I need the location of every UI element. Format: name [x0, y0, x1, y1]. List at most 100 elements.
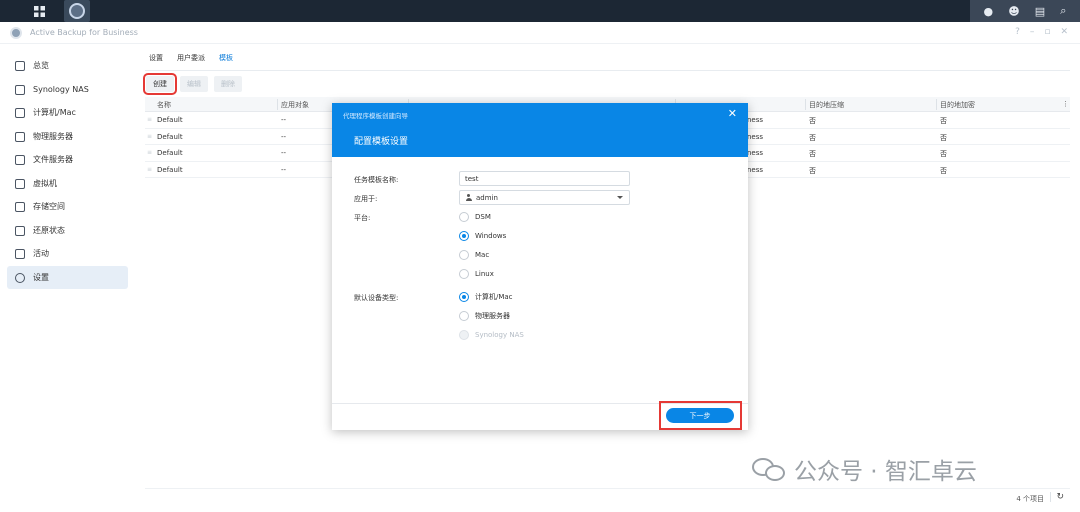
tab-user-delegation[interactable]: 用户委派: [177, 53, 205, 67]
drag-handle-icon[interactable]: ≡: [147, 166, 152, 173]
drag-handle-icon[interactable]: ≡: [147, 133, 152, 140]
sidebar-item-storage[interactable]: 存储空间: [7, 195, 128, 218]
server-icon: [15, 131, 25, 142]
cell-apply-to: --: [281, 165, 287, 174]
radio-circle[interactable]: [459, 231, 469, 241]
create-button[interactable]: 创建: [143, 73, 177, 95]
cell-apply-to: --: [281, 116, 287, 124]
radio-label: 计算机/Mac: [475, 293, 513, 301]
search-icon[interactable]: ⌕: [1060, 4, 1066, 18]
cell-compression: 否: [809, 150, 816, 158]
cell-compression: 否: [809, 117, 816, 125]
platform-radio-linux[interactable]: Linux: [459, 269, 494, 279]
apply-to-value: admin: [476, 193, 498, 202]
cell-encryption: 否: [940, 150, 947, 158]
radio-circle[interactable]: [459, 212, 469, 222]
platform-radio-windows[interactable]: Windows: [459, 231, 506, 241]
sidebar-item-computer-mac[interactable]: 计算机/Mac: [7, 101, 128, 124]
user-icon[interactable]: ☻: [1008, 5, 1019, 18]
taskbar-tray: ● ☻ ▤ ⌕: [970, 0, 1080, 22]
sidebar: 总览 Synology NAS 计算机/Mac 物理服务器 文件服务器 虚拟机 …: [0, 50, 136, 490]
watermark-text: 公众号 · 智汇卓云: [794, 459, 977, 485]
column-divider[interactable]: [936, 99, 937, 110]
tab-templates[interactable]: 模板: [219, 53, 233, 67]
sidebar-item-file-server[interactable]: 文件服务器: [7, 148, 128, 171]
table-footer: 4 个项目 ↻: [145, 488, 1070, 506]
window-title: Active Backup for Business: [30, 28, 138, 37]
cell-name: Default: [157, 132, 183, 141]
cell-apply-to: --: [281, 149, 287, 157]
gear-icon: [15, 272, 25, 283]
nas-icon: [15, 84, 25, 95]
column-header-name[interactable]: 名称: [157, 100, 171, 110]
sidebar-item-overview[interactable]: 总览: [7, 54, 128, 77]
platform-radio-dsm[interactable]: DSM: [459, 212, 491, 222]
help-icon[interactable]: ?: [1015, 27, 1020, 37]
cell-apply-to: --: [281, 132, 287, 141]
radio-circle[interactable]: [459, 250, 469, 260]
radio-label: Linux: [475, 270, 494, 278]
platform-radio-mac[interactable]: Mac: [459, 250, 489, 260]
radio-label: DSM: [475, 213, 491, 221]
main-menu-button[interactable]: [28, 0, 50, 22]
item-count: 4 个项目: [1016, 495, 1044, 503]
drag-handle-icon[interactable]: ≡: [147, 116, 152, 123]
storage-icon: [15, 201, 25, 212]
radio-circle[interactable]: [459, 292, 469, 302]
next-button[interactable]: 下一步: [666, 408, 734, 423]
sidebar-item-activity[interactable]: 活动: [7, 242, 128, 265]
maximize-icon[interactable]: ▫: [1044, 27, 1050, 37]
apply-to-select[interactable]: admin: [459, 190, 630, 205]
device-radio-computer-mac[interactable]: 计算机/Mac: [459, 292, 513, 302]
radio-circle[interactable]: [459, 311, 469, 321]
drag-handle-icon[interactable]: ≡: [147, 149, 152, 156]
close-icon[interactable]: ✕: [728, 107, 737, 120]
tab-settings[interactable]: 设置: [149, 53, 163, 67]
wizard-title: 代理程序模板创建向导: [343, 112, 408, 120]
active-backup-icon: [69, 3, 85, 19]
watermark: 公众号 · 智汇卓云: [752, 452, 977, 486]
column-header-apply-to[interactable]: 应用对象: [281, 100, 309, 110]
radio-circle: [459, 330, 469, 340]
tabs-divider: [145, 70, 1070, 71]
column-divider[interactable]: [805, 99, 806, 110]
cell-encryption: 否: [940, 166, 947, 175]
vm-icon: [15, 178, 25, 189]
radio-label: Windows: [475, 232, 507, 240]
wechat-icon: [752, 456, 786, 482]
notification-icon[interactable]: ●: [984, 5, 994, 18]
sidebar-item-label: 还原状态: [33, 226, 65, 235]
computer-icon: [15, 107, 25, 118]
sidebar-item-restore-status[interactable]: 还原状态: [7, 219, 128, 242]
column-divider[interactable]: [277, 99, 278, 110]
sidebar-item-vm[interactable]: 虚拟机: [7, 172, 128, 195]
sidebar-item-settings[interactable]: 设置: [7, 266, 128, 289]
radio-label: Mac: [475, 251, 490, 259]
radio-circle[interactable]: [459, 269, 469, 279]
edit-button[interactable]: 编辑: [180, 76, 208, 92]
active-backup-taskbar-button[interactable]: [64, 0, 90, 22]
apply-to-label: 应用于:: [354, 195, 378, 203]
step-title: 配置模板设置: [354, 137, 409, 147]
minimize-icon[interactable]: –: [1030, 27, 1035, 37]
refresh-icon[interactable]: ↻: [1050, 492, 1064, 502]
sidebar-item-label: 虚拟机: [33, 179, 57, 188]
device-radio-synology-nas: Synology NAS: [459, 330, 524, 340]
cell-encryption: 否: [940, 117, 947, 125]
close-icon[interactable]: ✕: [1060, 27, 1068, 37]
column-menu-icon[interactable]: ⋮: [1062, 100, 1069, 108]
window-controls: ? – ▫ ✕: [1015, 27, 1068, 37]
column-header-destination-encryption[interactable]: 目的地加密: [940, 100, 975, 110]
sidebar-item-physical-server[interactable]: 物理服务器: [7, 125, 128, 148]
cell-name: Default: [157, 165, 183, 174]
task-name-input[interactable]: test: [459, 171, 630, 186]
column-header-destination-compression[interactable]: 目的地压缩: [809, 100, 844, 110]
sidebar-item-synology-nas[interactable]: Synology NAS: [7, 78, 128, 101]
widgets-icon[interactable]: ▤: [1035, 5, 1045, 18]
delete-button[interactable]: 删除: [214, 76, 242, 92]
device-radio-physical-server[interactable]: 物理服务器: [459, 311, 510, 321]
platform-label: 平台:: [354, 214, 371, 222]
dialog-header: 代理程序模板创建向导 ✕ 配置模板设置: [332, 103, 748, 157]
radio-label: 物理服务器: [475, 312, 510, 320]
grid-icon: [33, 5, 45, 17]
